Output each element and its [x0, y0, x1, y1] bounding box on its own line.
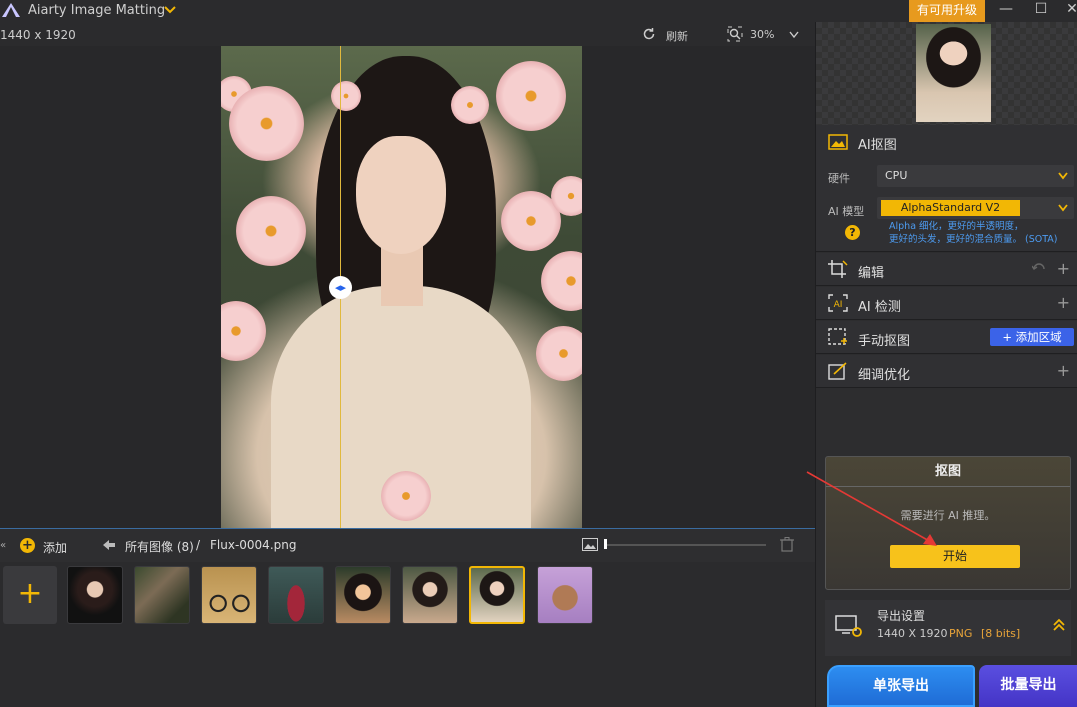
- image-size-icon: [582, 538, 598, 551]
- hardware-select[interactable]: CPU: [877, 165, 1074, 187]
- canvas-toolbar: 1440 x 1920 刷新 30%: [0, 22, 815, 46]
- manual-matting-section[interactable]: 手动抠图 + 添加区域: [816, 321, 1077, 354]
- expand-plus-icon[interactable]: +: [1057, 259, 1070, 278]
- export-settings[interactable]: 导出设置 1440 X 1920 PNG [8 bits]: [825, 600, 1071, 656]
- chevron-down-icon: [1058, 172, 1068, 180]
- svg-text:AI: AI: [834, 300, 843, 310]
- thumbnail-strip: +: [0, 562, 815, 707]
- image-canvas[interactable]: ◂▸: [0, 46, 815, 528]
- export-settings-icon: [835, 615, 862, 637]
- app-logo-icon: [2, 3, 20, 17]
- edit-section[interactable]: 编辑 +: [816, 253, 1077, 286]
- expand-plus-icon[interactable]: +: [1057, 293, 1070, 312]
- thumbnail-item[interactable]: [134, 566, 190, 624]
- chevron-down-icon: [1058, 204, 1068, 212]
- section-title: 手动抠图: [858, 334, 911, 349]
- title-bar: Aiarty Image Matting 有可用升级 — ☐ ✕: [0, 0, 1077, 22]
- add-region-button[interactable]: + 添加区域: [990, 328, 1074, 346]
- refresh-button[interactable]: 刷新: [666, 28, 688, 44]
- ai-matting-icon: [828, 134, 848, 150]
- slider-handle[interactable]: [604, 539, 607, 549]
- single-export-button[interactable]: 单张导出: [827, 665, 975, 707]
- ai-detect-section[interactable]: AI AI 检测 +: [816, 287, 1077, 320]
- expand-plus-icon[interactable]: +: [1057, 361, 1070, 380]
- thumbnail-size-slider[interactable]: [604, 544, 766, 546]
- compare-split-handle[interactable]: ◂▸: [329, 276, 352, 299]
- export-dimensions: 1440 X 1920: [877, 627, 948, 640]
- add-image-tile[interactable]: +: [3, 566, 57, 624]
- batch-export-button[interactable]: 批量导出: [979, 665, 1077, 707]
- chevron-up-double-icon[interactable]: [1052, 618, 1066, 632]
- maximize-button[interactable]: ☐: [1026, 0, 1056, 22]
- help-icon[interactable]: ?: [845, 225, 860, 240]
- export-format: PNG: [949, 627, 973, 640]
- model-select[interactable]: AlphaStandard V2: [877, 197, 1074, 219]
- thumbnail-item[interactable]: [201, 566, 257, 624]
- export-bit-depth: [8 bits]: [981, 627, 1021, 640]
- close-button[interactable]: ✕: [1057, 0, 1077, 22]
- section-title: 编辑: [858, 266, 885, 281]
- hardware-value: CPU: [885, 169, 908, 182]
- add-icon[interactable]: +: [20, 538, 35, 553]
- preview-thumbnail: [916, 24, 991, 122]
- chevron-down-icon[interactable]: [164, 5, 176, 15]
- thumbnail-item[interactable]: [537, 566, 593, 624]
- annotation-arrow: [806, 471, 937, 546]
- back-arrow-icon[interactable]: [103, 540, 115, 550]
- crop-edit-icon: [828, 260, 848, 278]
- breadcrumb-separator: /: [196, 538, 201, 552]
- model-value: AlphaStandard V2: [881, 200, 1020, 216]
- right-panel: AI抠图 硬件 CPU AI 模型 AlphaStandard V2 ? Alp…: [815, 22, 1077, 707]
- section-title: 细调优化: [858, 368, 911, 383]
- section-title: AI抠图: [858, 138, 897, 153]
- zoom-level[interactable]: 30%: [750, 28, 774, 41]
- filmstrip-toolbar: « + 添加 所有图像 (8) / Flux-0004.png: [0, 528, 815, 562]
- hardware-label: 硬件: [828, 172, 850, 185]
- model-description: Alpha 细化，更好的半透明度， 更好的头发，更好的混合质量。 (SOTA): [889, 221, 1058, 245]
- chevron-down-icon[interactable]: [789, 31, 799, 39]
- image-dimensions: 1440 x 1920: [0, 28, 76, 42]
- refine-section[interactable]: 细调优化 +: [816, 355, 1077, 388]
- collapse-icon[interactable]: «: [0, 540, 6, 551]
- zoom-icon[interactable]: [727, 26, 743, 42]
- model-label: AI 模型: [828, 205, 865, 218]
- refine-icon: [828, 362, 847, 380]
- result-preview: [816, 22, 1077, 125]
- thumbnail-item[interactable]: [402, 566, 458, 624]
- refresh-icon[interactable]: [642, 27, 656, 41]
- thumbnail-item-selected[interactable]: [469, 566, 525, 624]
- trash-icon[interactable]: [780, 537, 794, 552]
- breadcrumb-current-file: Flux-0004.png: [210, 538, 297, 552]
- thumbnail-item[interactable]: [268, 566, 324, 624]
- section-title: AI 检测: [858, 300, 901, 315]
- selection-box-icon: [828, 328, 847, 345]
- undo-icon[interactable]: [1032, 263, 1046, 275]
- breadcrumb-all-images[interactable]: 所有图像 (8): [125, 538, 194, 555]
- thumbnail-item[interactable]: [67, 566, 123, 624]
- app-title: Aiarty Image Matting: [28, 3, 166, 18]
- add-images-button[interactable]: 添加: [43, 539, 67, 556]
- upgrade-button[interactable]: 有可用升级: [909, 0, 985, 22]
- export-settings-title: 导出设置: [877, 609, 926, 623]
- thumbnail-item[interactable]: [335, 566, 391, 624]
- ai-matting-section: AI抠图 硬件 CPU AI 模型 AlphaStandard V2 ? Alp…: [816, 125, 1077, 252]
- minimize-button[interactable]: —: [991, 0, 1021, 22]
- ai-detect-icon: AI: [828, 294, 848, 312]
- preview-photo: [221, 46, 582, 528]
